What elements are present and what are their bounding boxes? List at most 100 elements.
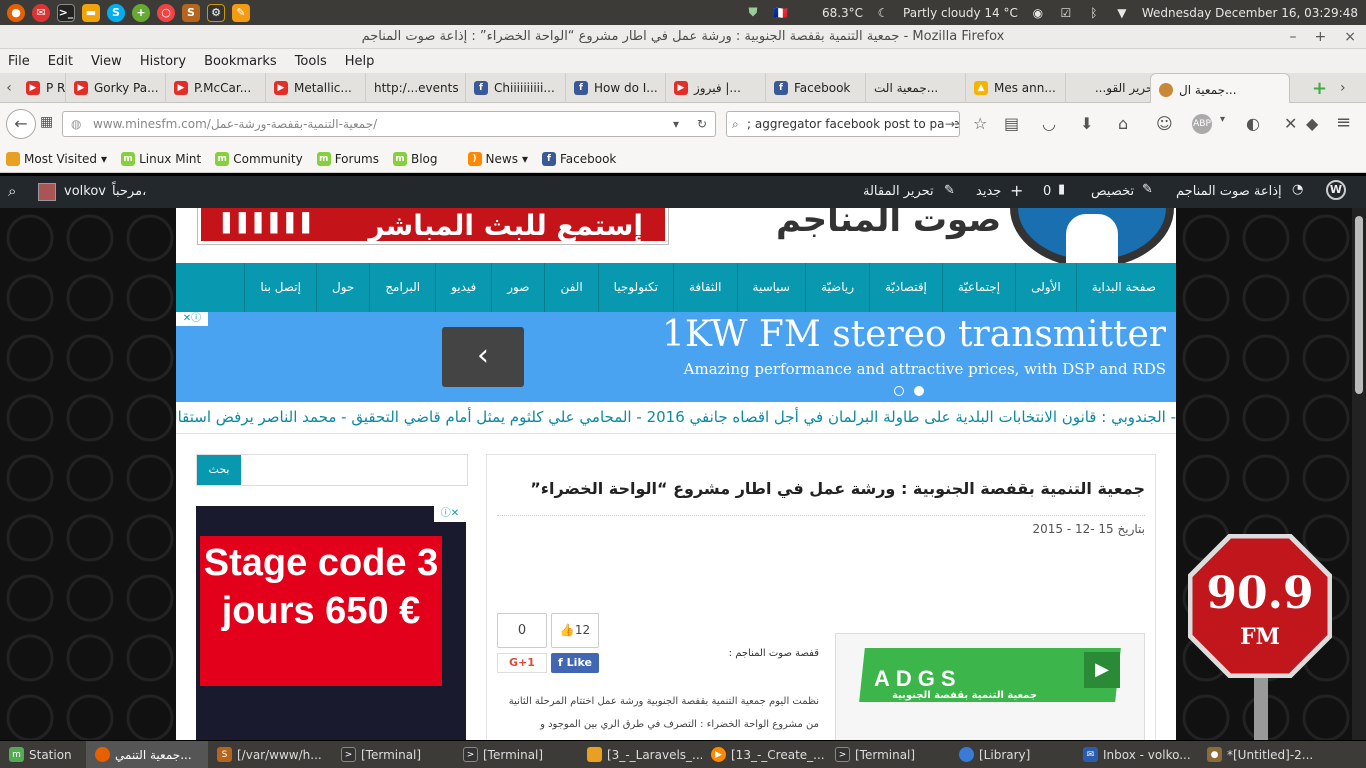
wp-customize[interactable]: تخصيص — [1091, 184, 1134, 199]
taskbar-item[interactable]: > [Terminal] — [454, 741, 578, 768]
nav-sports[interactable]: رياضيّة — [804, 263, 869, 312]
reload-icon[interactable]: ↻ — [697, 112, 707, 136]
taskbar-item[interactable]: جمعية التنمي... — [86, 741, 208, 768]
radio-badge[interactable]: 90.9 FM — [1187, 533, 1333, 679]
wifi-icon[interactable]: ▼ — [1114, 5, 1130, 21]
bookmark-blog[interactable]: m Blog — [392, 151, 438, 166]
article-image[interactable]: ADGS جمعية التنمية بقفصة الجنوبية ▶ — [835, 633, 1145, 740]
adchoices-icon[interactable]: ✕ⓘ — [176, 312, 208, 326]
taskbar-item[interactable]: ✉ Inbox - volko... — [1074, 741, 1198, 768]
reading-list-icon[interactable]: ▤ — [1004, 114, 1019, 133]
wp-new[interactable]: جديد — [976, 184, 1001, 199]
tab-scroll-left-icon[interactable]: ‹ — [0, 80, 18, 96]
nav-about[interactable]: حول — [315, 263, 369, 312]
extension-3-icon[interactable]: ◆ — [1306, 114, 1318, 133]
tab[interactable]: ▶ Gorky Pa... — [66, 72, 166, 103]
tab[interactable]: f How do I... — [566, 72, 666, 103]
clock[interactable]: Wednesday December 16, 03:29:48 — [1142, 6, 1358, 20]
hamburger-menu-icon[interactable]: ≡ — [1336, 112, 1351, 133]
taskbar-item[interactable]: ● *[Untitled]-2... — [1198, 741, 1326, 768]
tab[interactable]: جمعية الت... — [866, 72, 966, 103]
tab[interactable]: ▲ Mes ann... — [966, 72, 1066, 103]
ad-prev-arrow-icon[interactable]: ‹ — [442, 327, 524, 387]
nav-technology[interactable]: تكنولوجيا — [597, 263, 673, 312]
site-logo-text[interactable]: صوت المناجم — [776, 208, 1001, 240]
nav-programs[interactable]: البرامج — [369, 263, 435, 312]
ad-dot-2[interactable] — [914, 386, 924, 396]
nav-first[interactable]: الأولى — [1015, 263, 1076, 312]
bluetooth-icon[interactable]: ᛒ — [1086, 5, 1102, 21]
wordpress-logo-icon[interactable]: W — [1326, 180, 1346, 200]
ad-dot-1[interactable] — [894, 386, 904, 396]
transmitter-ad[interactable]: ✕ⓘ 1KW FM stereo transmitter Amazing per… — [176, 312, 1176, 402]
weather-text[interactable]: Partly cloudy 14 °C — [903, 6, 1018, 20]
new-tab-icon[interactable]: + — [1312, 78, 1327, 99]
tab[interactable]: ▶ Metallic... — [266, 72, 366, 103]
wp-comment-count[interactable]: 0 — [1043, 184, 1051, 199]
adblock-icon[interactable]: ABP — [1192, 114, 1212, 134]
settings-launcher-icon[interactable]: ⚙ — [207, 3, 225, 22]
side-ad[interactable]: ⓘ✕ Stage code 3 jours 650 € — [196, 506, 466, 740]
nav-contact[interactable]: إتصل بنا — [244, 263, 316, 312]
url-bar[interactable]: ◍ www.minesfm.com/جمعية-التنمية-بقفصة-ور… — [62, 111, 716, 137]
taskbar-item[interactable]: S [/var/www/h... — [208, 741, 332, 768]
firefox-launcher-icon[interactable]: ● — [7, 3, 25, 22]
search-go-icon[interactable]: → — [944, 112, 955, 136]
nav-art[interactable]: الفن — [544, 263, 597, 312]
bookmark-star-icon[interactable]: ☆ — [973, 114, 987, 133]
skype-launcher-icon[interactable]: S — [107, 3, 125, 22]
wp-site-name[interactable]: إذاعة صوت المناجم — [1176, 184, 1282, 199]
tools-launcher-icon[interactable]: ✎ — [232, 3, 250, 22]
sync-icon[interactable]: ◉ — [1030, 5, 1046, 21]
nav-economy[interactable]: إقتصاديّة — [869, 263, 942, 312]
adchoices-icon[interactable]: ⓘ✕ — [434, 506, 466, 522]
dropdown-icon[interactable]: ▾ — [673, 112, 679, 136]
sidebar-search-input[interactable] — [241, 455, 467, 485]
keyboard-layout-flag[interactable]: 🇫🇷 — [773, 6, 788, 20]
taskbar-item[interactable]: > [Terminal] — [826, 741, 950, 768]
chrome-launcher-icon[interactable]: ○ — [157, 3, 175, 22]
news-ticker[interactable]: - الجندوبي : قانون الانتخابات البلدية عل… — [176, 402, 1176, 434]
tab[interactable]: http:/...events — [366, 72, 466, 103]
menu-bookmarks[interactable]: Bookmarks — [204, 54, 277, 69]
search-icon[interactable]: ⌕ — [8, 182, 16, 200]
taskbar-item[interactable]: > [Terminal] — [332, 741, 454, 768]
tab[interactable]: f Facebook — [766, 72, 866, 103]
live-stream-banner[interactable]: إستمع للبث المباشر ▌▌▌▌▌▌ — [198, 208, 668, 244]
extension-2-icon[interactable]: ✕ — [1284, 114, 1297, 133]
page-scrollbar[interactable] — [1352, 208, 1366, 740]
minimize-icon[interactable]: – — [1290, 25, 1297, 49]
checklist-icon[interactable]: ☑ — [1058, 5, 1074, 21]
history-icon[interactable]: ▦ — [40, 114, 53, 130]
taskbar-item[interactable]: ▶ [13_-_Create_... — [702, 741, 826, 768]
site-logo-icon[interactable] — [1010, 208, 1174, 263]
tab[interactable]: ▶ P.McCar... — [166, 72, 266, 103]
bookmark-linux-mint[interactable]: m Linux Mint — [121, 151, 201, 166]
tab-scroll-right-icon[interactable]: › — [1340, 80, 1346, 96]
scrollbar-thumb[interactable] — [1355, 216, 1363, 394]
terminal-launcher-icon[interactable]: >_ — [57, 3, 75, 22]
bookmark-forums[interactable]: m Forums — [316, 151, 379, 166]
folder-launcher-icon[interactable]: ▬ — [82, 3, 100, 22]
back-arrow-icon[interactable]: ← — [6, 109, 36, 139]
nav-home[interactable]: صفحة البداية — [1075, 263, 1176, 312]
menu-tools[interactable]: Tools — [295, 54, 327, 69]
tab[interactable]: ▶ فيروز |... — [666, 72, 766, 103]
menu-help[interactable]: Help — [345, 54, 375, 69]
chat-icon[interactable]: ☺ — [1156, 114, 1173, 133]
wp-edit-post[interactable]: تحرير المقالة — [863, 184, 934, 199]
bookmark-community[interactable]: m Community — [215, 151, 303, 166]
adblock-menu-icon[interactable]: ▾ — [1220, 114, 1225, 125]
taskbar-menu[interactable]: m Station — [0, 741, 86, 768]
gplus-button[interactable]: G+1 — [497, 653, 547, 673]
extension-icon[interactable]: ◐ — [1246, 114, 1260, 133]
close-icon[interactable]: × — [1344, 25, 1356, 49]
nav-video[interactable]: فيديو — [435, 263, 491, 312]
menu-view[interactable]: View — [91, 54, 122, 69]
active-tab[interactable]: جمعية ال... — [1150, 73, 1290, 105]
search-button[interactable]: بحث — [197, 455, 241, 485]
tab[interactable]: f Chiiiiiiiiii... — [466, 72, 566, 103]
maximize-icon[interactable]: + — [1315, 25, 1327, 49]
download-icon[interactable]: ⬇ — [1080, 114, 1093, 133]
nav-politics[interactable]: سياسية — [736, 263, 805, 312]
